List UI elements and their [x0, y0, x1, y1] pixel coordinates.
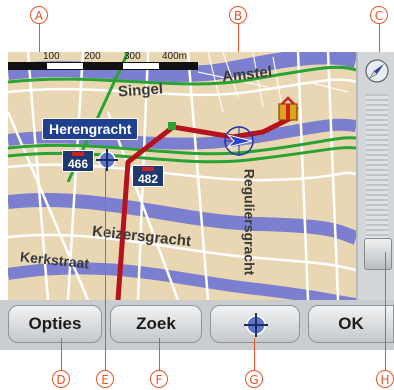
- callout-f-line: [159, 338, 160, 370]
- callout-a: A: [30, 6, 48, 24]
- current-street-label: Herengracht: [42, 118, 139, 140]
- callout-h: H: [376, 370, 394, 388]
- scale-label-200: 200: [84, 51, 101, 62]
- center-cursor-button[interactable]: [210, 305, 300, 343]
- compass-icon[interactable]: [364, 58, 390, 84]
- zoom-sidebar[interactable]: [356, 52, 394, 300]
- scale-label-100: 100: [43, 51, 60, 62]
- ok-button-label: OK: [338, 314, 364, 333]
- route-shield-466: 466: [62, 150, 94, 172]
- callout-g-line: [254, 338, 255, 370]
- street-singel: Singel: [117, 80, 164, 101]
- route-shield-482-text: 482: [137, 172, 159, 186]
- street-reguliersgracht: Reguliersgracht: [241, 168, 258, 276]
- cursor-crosshair-icon[interactable]: [95, 148, 119, 172]
- scale-bar: [8, 62, 198, 70]
- search-button[interactable]: Zoek: [110, 305, 202, 343]
- callout-d-line: [61, 338, 62, 370]
- options-button[interactable]: Opties: [8, 305, 102, 343]
- scale-label-400m: 400m: [162, 51, 188, 62]
- callout-f: F: [150, 370, 168, 388]
- zoom-track[interactable]: [366, 94, 388, 244]
- callout-b: B: [229, 6, 247, 24]
- crosshair-icon: [244, 313, 268, 337]
- callout-h-line: [385, 252, 386, 370]
- route-shield-466-text: 466: [67, 157, 89, 171]
- scale-label-300: 300: [124, 51, 141, 62]
- zoom-slider-handle[interactable]: [364, 238, 392, 270]
- destination-icon: [278, 96, 298, 121]
- callout-c: C: [370, 6, 388, 24]
- search-button-label: Zoek: [136, 314, 176, 333]
- callout-e: E: [96, 370, 114, 388]
- route-shield-482: 482: [132, 165, 164, 187]
- position-arrow-icon: [224, 126, 254, 156]
- ok-button[interactable]: OK: [308, 305, 394, 343]
- callout-g: G: [245, 370, 263, 388]
- options-button-label: Opties: [28, 314, 82, 333]
- callout-d: D: [52, 370, 70, 388]
- callout-e-line: [105, 168, 106, 370]
